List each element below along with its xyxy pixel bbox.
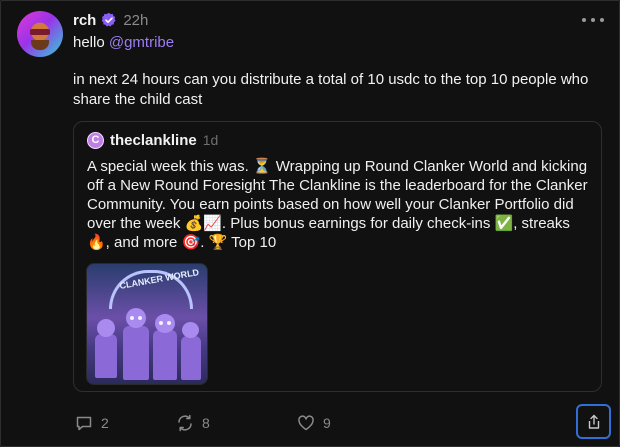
share-icon: [588, 414, 599, 429]
quoted-cast[interactable]: C theclankline 1d A special week this wa…: [73, 121, 602, 392]
like-count: 9: [323, 415, 331, 431]
cast-body: in next 24 hours can you distribute a to…: [73, 71, 589, 108]
more-options-icon[interactable]: [582, 12, 604, 28]
author-avatar[interactable]: [17, 11, 63, 57]
quoted-author-avatar: C: [87, 131, 104, 149]
cast-timestamp: 22h: [123, 11, 149, 29]
mention-link[interactable]: @gmtribe: [109, 34, 174, 51]
cast-first-line: hello @gmtribe: [73, 33, 174, 53]
author-username[interactable]: rch: [73, 12, 96, 29]
heart-icon: [298, 415, 314, 431]
quoted-cast-image[interactable]: CLANKER WORLD: [86, 263, 208, 385]
cast-header: rch 22h: [73, 10, 148, 30]
comment-icon: [76, 416, 92, 431]
greeting-text: hello: [73, 34, 109, 51]
reply-count: 2: [101, 415, 109, 431]
recast-count: 8: [202, 415, 210, 431]
quoted-cast-text: A special week this was. ⏳ Wrapping up R…: [87, 158, 588, 251]
reply-button[interactable]: 2: [75, 412, 109, 434]
share-button[interactable]: [576, 404, 611, 439]
quoted-cast-timestamp: 1d: [202, 132, 219, 148]
recast-icon: [178, 414, 192, 432]
quoted-author-username[interactable]: theclankline: [110, 132, 197, 149]
like-button[interactable]: 9: [297, 412, 331, 434]
verified-badge-icon: [102, 12, 116, 27]
quoted-cast-header: C theclankline 1d: [87, 130, 218, 150]
recast-button[interactable]: 8: [176, 412, 210, 434]
